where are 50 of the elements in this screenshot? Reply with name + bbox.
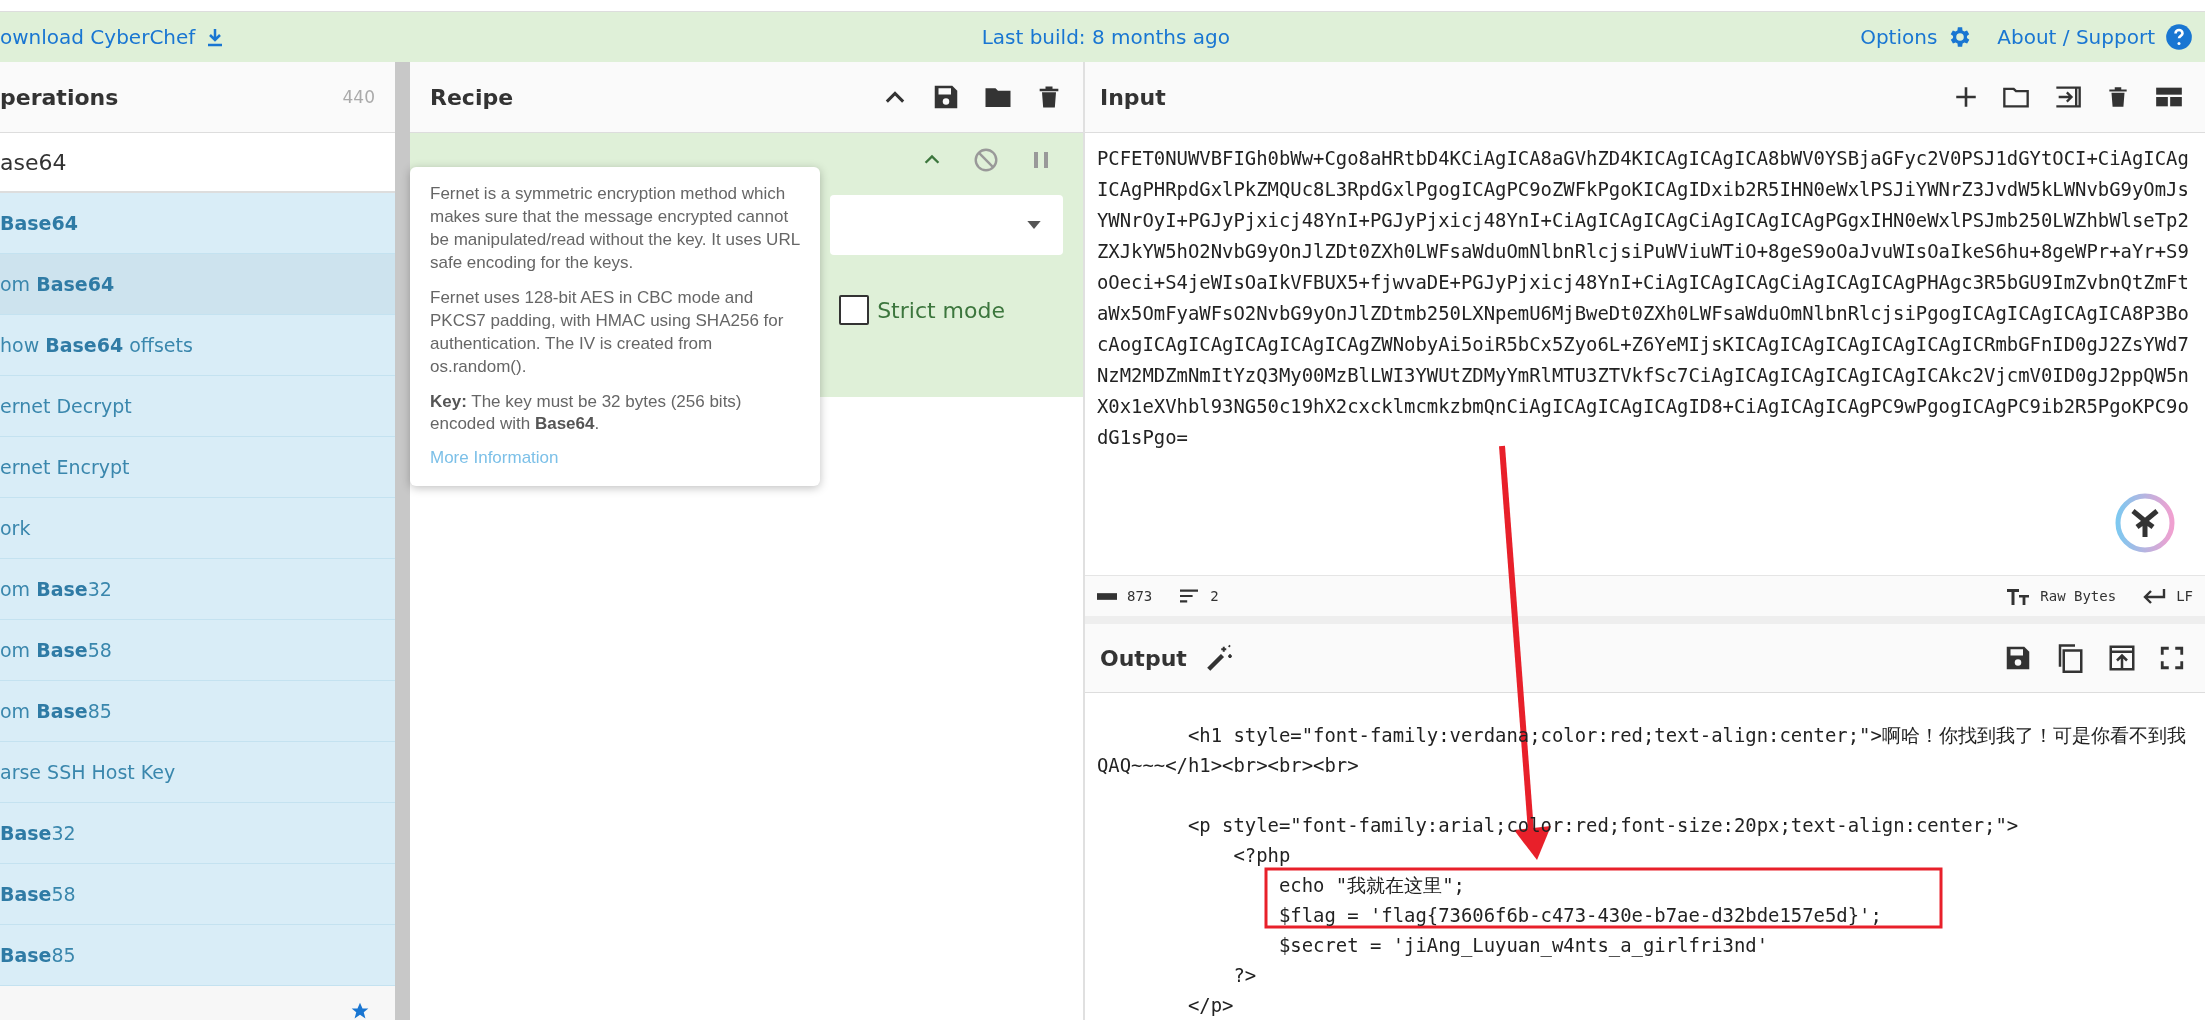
character-count: 873 [1127,588,1153,604]
open-in-tab-icon[interactable] [2107,643,2137,673]
description-text: Fernet uses 128-bit AES in CBC mode and PKCS7 padding, with HMAC using SHA256 for authentication. The IV is created from os.random(). [430,286,785,378]
circular-badge-icon[interactable] [2115,493,2175,553]
line-ending-label[interactable]: LF [2176,588,2193,604]
description-text: Fernet is a symmetric encryption method which makes sure that the message encrypted cannot be manipulated/read without the key. It uses URL safe encoding for the keys. [430,183,800,274]
operation-count: 440 [342,87,375,107]
operation-item[interactable]: om Base58 [0,620,395,681]
recipe-title: Recipe [430,84,514,110]
about-support-link[interactable]: About / Support [1997,25,2155,49]
options-link[interactable]: Options [1860,25,1938,49]
code-line: $flag = 'flag{73606f6b-c473-430e-b7ae-d32bde157e5d}'; [1278,904,1882,926]
code-line: ?> [1232,964,1257,986]
download-link[interactable]: ownload CyberChef [0,25,196,49]
input-title: Input [1100,84,1166,110]
build-info: Last build: 8 months ago [981,25,1230,49]
code-line: echo "我就在这里"; [1278,874,1465,896]
operation-item[interactable]: Base58 [0,864,395,925]
magic-wand-icon[interactable] [1204,643,1235,673]
operations-title: perations [0,84,119,110]
operation-item[interactable]: om Base64 [0,254,395,315]
operation-item[interactable]: Base64 [0,193,395,254]
help-icon[interactable] [2165,23,2193,51]
code-line: <?php [1232,844,1291,866]
operation-item[interactable]: om Base32 [0,559,395,620]
operation-item[interactable]: Base32 [0,803,395,864]
plus-icon[interactable] [1953,84,1979,110]
fullscreen-icon[interactable] [2159,645,2185,671]
line-count: 2 [1210,588,1219,604]
operation-item[interactable]: arse SSH Host Key [0,742,395,803]
lines-icon [1178,587,1201,605]
encoding-label[interactable]: Raw Bytes [2040,588,2117,604]
description-text: Key: The key must be 32 bytes (256 bits) encoded with Base64. [430,390,743,436]
return-arrow-icon[interactable] [2142,586,2167,606]
operation-item[interactable]: how Base64 offsets [0,315,395,376]
checkbox[interactable] [839,295,870,325]
operation-item[interactable]: ork [0,498,395,559]
operation-item[interactable]: Base85 [0,925,395,986]
more-information-link[interactable]: More Information [430,448,559,468]
search-field[interactable]: ase64 [0,133,395,193]
operation-item[interactable]: ernet Encrypt [0,437,395,498]
operation-item[interactable]: om Base85 [0,681,395,742]
caret-icon[interactable] [1027,221,1041,229]
input-text[interactable]: PCFET0NUWVBFIGh0bWw+Cgo8aHRtbD4KCiAgICA8aGVhZD4KICAgICAgICA8bWV0YSBjaGFyc2V0PSJ1dGYtOCI+CiAgICAgICAgPHRpdGxlPkZMQUc8L3RpdGxlPgogICAgPC9oZWFkPgoKICAgIDxib2R5IHN0eWxlPSJiYWNrZ3JvdW5kLWNvbG9yOmJsYWNrOyI+PGJyPjxicj48YnI+PGJyPjxicj48YnI+CiAgICAgICAgCiAgICAgICAgPGgxIHN0eWxlPSJmb250LWZhbWlseTp2ZXJkYW5hO2NvbG9yOnJlZDt0ZXh0LWFsaWduOmNlbnRlcjsiPuWViuWTiO+8geS9oOaJvuWIsOaIkeS6hu+8geWPr+aYr+S9oOeci+S4jeWIsOaIkVFBUX5+fjwvaDE+PGJyPjxicj48YnI+CiAgICAgICAgCiAgICAgICAgPHAgc3R5bGU9ImZvbnQtZmFtaWx5OmFyaWFsO2NvbG9yOnJlZDtmb250LXNpemU6MjBweDt0ZXh0LWFsaWduOmNlbnRlcjsiPgogICAgICAgICAgICA8P3BocAogICAgICAgICAgICAgICAgZWNobyAi5oiR5bCx5Zyo6L+Z6YeMIjsKICAgICAgICAgICAgICAgICRmbGFnID0gJ2ZsYWd7NzM2MDZmNmItYzQ3My00MzBlLWI3YWUtZDMyYmRlMTU3ZTVkfSc7CiAgICAgICAgICAgICAgICAkc2VjcmV0ID0gJ2ppQW5nX0x1eXVhbl93NG50c19hX2cxcklmcmkzbmQnCiAgICAgICAgICAgID8+CiAgICAgICAgPC9wPgogICAgPC9ib2R5PgoKPC9odG1sPgo= [1097,143,2192,453]
code-line: </p> [1187,994,1234,1016]
operation-item[interactable]: ernet Decrypt [0,376,395,437]
code-line: $secret = 'jiAng_Luyuan_w4nts_a_girlfri3nd' [1278,934,1769,956]
output-title: Output [1100,645,1187,671]
text-size-icon[interactable] [2006,586,2031,606]
checkbox-label: Strict mode [877,297,1005,323]
